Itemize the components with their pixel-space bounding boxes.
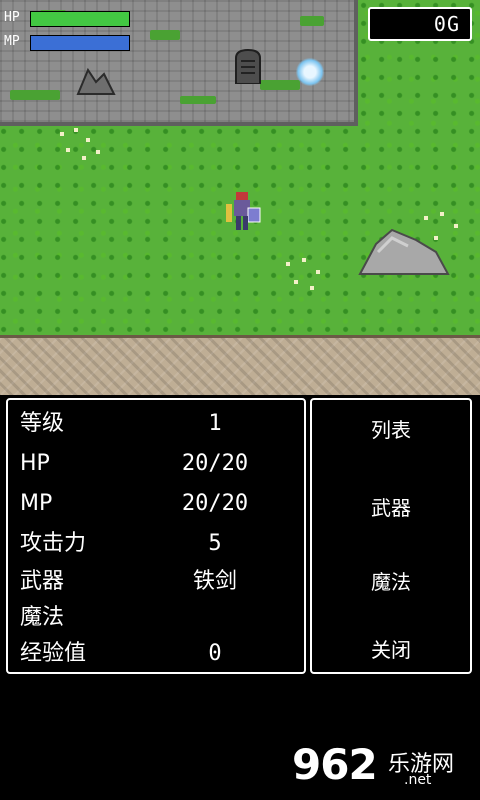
stat-name: 攻击力 xyxy=(20,531,87,556)
stat-value: 1 xyxy=(208,411,222,436)
moss xyxy=(150,30,180,40)
hp-label: HP xyxy=(4,10,20,25)
site-watermark: 962 乐游网 .net xyxy=(292,740,472,794)
magic-button[interactable]: 魔法 xyxy=(312,564,470,600)
moss xyxy=(260,80,300,90)
mp-bar-fill xyxy=(31,36,129,50)
hp-row: HP xyxy=(4,8,134,30)
stat-row: 攻击力 5 xyxy=(20,528,300,560)
stat-value: 5 xyxy=(208,531,222,556)
stat-row: MP 20/20 xyxy=(20,488,300,520)
stat-value: 0 xyxy=(208,641,222,666)
stat-row: 经验值 0 xyxy=(20,638,300,670)
mp-label: MP xyxy=(4,34,20,49)
flower-patch xyxy=(56,126,106,166)
stat-row: 魔法 xyxy=(20,602,300,634)
command-menu: 列表 武器 魔法 关闭 xyxy=(310,398,472,674)
watermark-domain: .net xyxy=(404,772,432,788)
boulder-icon xyxy=(358,228,450,275)
stat-value: 20/20 xyxy=(181,451,249,476)
stat-value: 20/20 xyxy=(181,491,249,516)
mp-bar xyxy=(30,35,130,51)
stat-name: 经验值 xyxy=(20,641,87,666)
tombstone-icon[interactable] xyxy=(232,48,264,84)
game-map[interactable]: HP MP 0G xyxy=(0,0,480,395)
stat-name: MP xyxy=(20,491,53,516)
gold-value: 0G xyxy=(433,12,460,36)
watermark-number: 962 xyxy=(292,740,378,789)
stat-name: 等级 xyxy=(20,411,65,436)
status-hud: HP MP xyxy=(4,8,134,56)
gold-counter: 0G xyxy=(368,7,472,41)
hp-bar-fill xyxy=(31,12,129,26)
weapon-button[interactable]: 武器 xyxy=(312,490,470,526)
status-panel: 等级 1 HP 20/20 MP 20/20 攻击力 5 武器 铁剑魔法经验值 0 xyxy=(6,398,306,674)
stat-row: 武器 铁剑 xyxy=(20,566,300,598)
list-button[interactable]: 列表 xyxy=(312,412,470,448)
moss xyxy=(10,90,60,100)
hero-character-icon[interactable] xyxy=(222,190,262,234)
moss xyxy=(300,16,324,26)
dirt-path xyxy=(0,335,480,395)
stat-name: HP xyxy=(20,451,50,476)
hp-bar xyxy=(30,11,130,27)
stat-name: 武器 xyxy=(20,569,65,594)
stat-name: 魔法 xyxy=(20,605,65,630)
rubble-icon xyxy=(76,67,116,95)
stat-value: 铁剑 xyxy=(192,569,237,594)
magic-orb-icon[interactable] xyxy=(296,58,324,86)
close-button[interactable]: 关闭 xyxy=(312,632,470,668)
stat-row: 等级 1 xyxy=(20,408,300,440)
moss xyxy=(180,96,216,104)
stat-row: HP 20/20 xyxy=(20,448,300,480)
mp-row: MP xyxy=(4,32,134,54)
flower-patch xyxy=(282,256,332,296)
